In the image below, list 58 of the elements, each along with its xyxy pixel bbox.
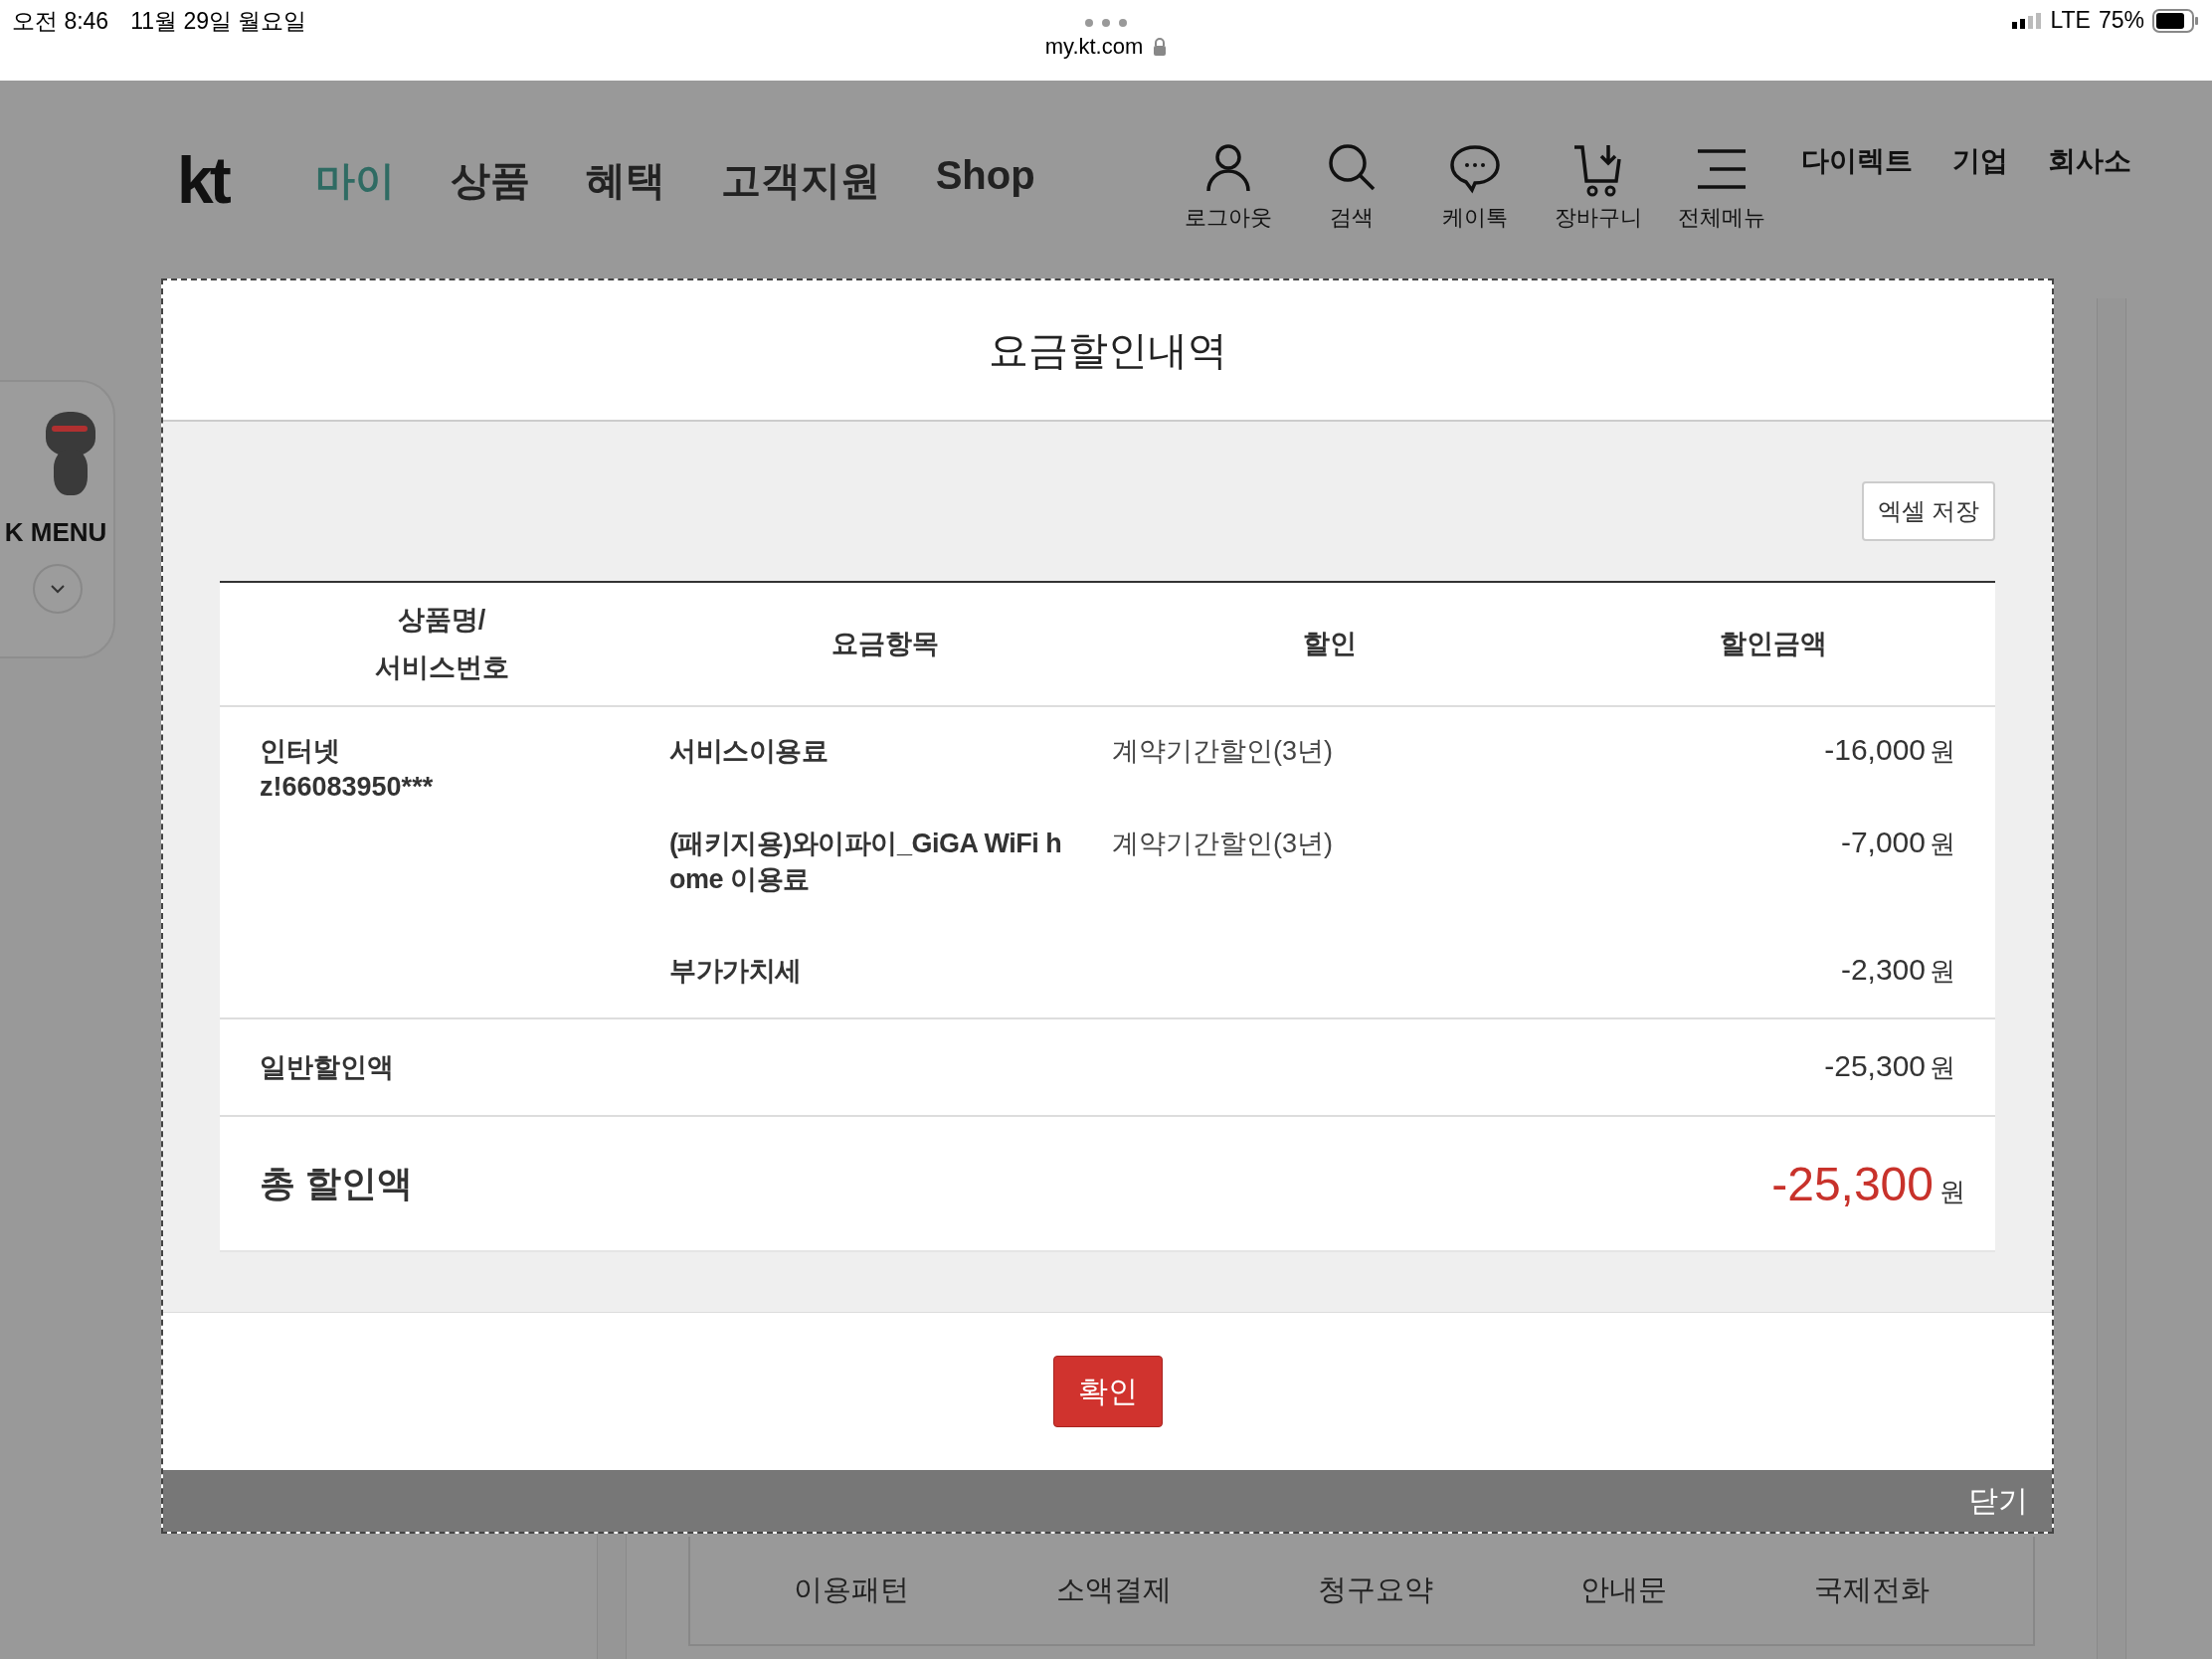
total-amount: -25,300 (1771, 1156, 1934, 1211)
battery-percent: 75% (2098, 7, 2144, 34)
nav-tab[interactable]: 고객지원 (720, 152, 880, 208)
column-header: 요금항목 (830, 627, 941, 660)
column-header: 할인 (1301, 627, 1358, 660)
more-dots-icon (1084, 18, 1128, 28)
kt-logo[interactable]: kt (177, 147, 228, 213)
shortcut-link[interactable]: 국제전화 (1814, 1570, 1931, 1610)
header-link[interactable]: 회사소 (2047, 142, 2131, 180)
shortcut-link[interactable]: 소액결제 (1055, 1570, 1172, 1610)
discount-type: 계약기간할인(3년) (1111, 735, 1334, 768)
header-icon-button[interactable]: 전체메뉴 (1671, 141, 1771, 233)
nav-tab[interactable]: 혜택 (585, 152, 665, 208)
header-link[interactable]: 기업 (1951, 142, 2008, 180)
battery-icon (2152, 8, 2200, 33)
currency-unit: 원 (1930, 736, 1955, 766)
expand-button[interactable] (33, 564, 83, 614)
discount-amount: -16,000 (1824, 733, 1926, 766)
discount-amount: -7,000 (1840, 826, 1926, 858)
currency-unit: 원 (1930, 1052, 1955, 1082)
column-header: 상품명/ 서비스번호 (373, 604, 510, 684)
nav-tab[interactable]: Shop (935, 152, 1035, 208)
header-icon-button[interactable]: 로그아웃 (1178, 141, 1278, 233)
subtotal-label: 일반할인액 (260, 1051, 394, 1084)
nav-tab[interactable]: 상품 (450, 152, 530, 208)
quick-menu-card[interactable]: K MENU (0, 380, 115, 658)
lock-icon (1153, 38, 1168, 56)
chevron-down-icon (50, 584, 66, 594)
currency-unit: 원 (1930, 956, 1955, 986)
network-label: LTE (2050, 7, 2091, 34)
header-icon-button[interactable]: 케이톡 (1424, 141, 1525, 233)
discount-type: 계약기간할인(3년) (1111, 828, 1334, 860)
header-link[interactable]: 다이렉트 (1800, 142, 1913, 180)
subtotal-amount: -25,300 (1824, 1049, 1926, 1082)
fee-item: 서비스이용료 (668, 735, 829, 768)
fee-item: (패키지용)와이파이_GiGA WiFi h ome 이용료 (668, 828, 1063, 897)
dialog-title: 요금할인내역 (988, 326, 1227, 374)
shortcut-link[interactable]: 안내문 (1580, 1570, 1668, 1610)
total-label: 총 할인액 (260, 1161, 413, 1205)
status-time: 오전 8:46 (12, 7, 109, 36)
quick-menu-label: K MENU (4, 517, 107, 548)
service-number: z!66083950*** (260, 771, 434, 805)
header-icon-button[interactable]: 검색 (1301, 141, 1401, 233)
close-button[interactable]: 닫기 (1968, 1480, 2028, 1522)
status-date: 11월 29일 월요일 (130, 7, 307, 36)
discount-amount: -2,300 (1840, 953, 1926, 986)
shortcut-link[interactable]: 이용패턴 (793, 1570, 909, 1610)
product-name: 인터넷 (260, 735, 340, 768)
confirm-button[interactable]: 확인 (1052, 1356, 1163, 1427)
fee-item: 부가가치세 (668, 955, 803, 988)
header-icon-button[interactable]: 장바구니 (1548, 141, 1648, 233)
currency-unit: 원 (1939, 1175, 1965, 1208)
column-header: 할인금액 (1718, 627, 1828, 660)
signal-icon (2012, 12, 2043, 29)
shortcut-link[interactable]: 청구요약 (1318, 1570, 1434, 1610)
url-text[interactable]: my.kt.com (1044, 34, 1144, 60)
currency-unit: 원 (1930, 829, 1955, 858)
excel-save-button[interactable]: 엑셀 저장 (1862, 481, 1995, 541)
